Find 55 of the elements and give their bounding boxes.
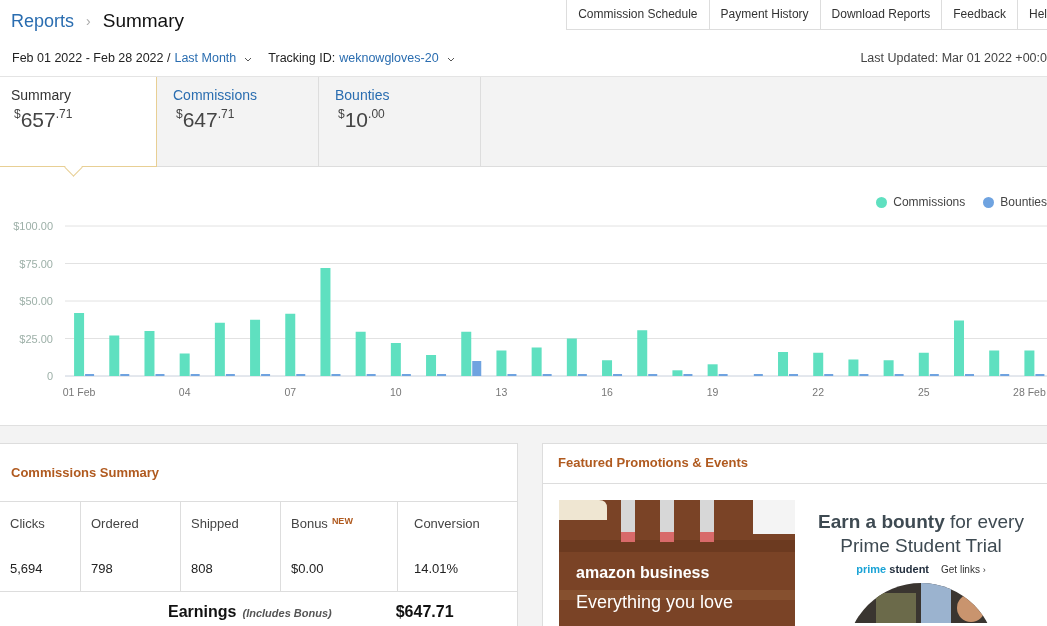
period-dropdown[interactable]: Last Month — [174, 51, 253, 65]
nav-link[interactable]: Payment History — [709, 0, 821, 29]
stat-value: 14.01% — [414, 561, 460, 576]
y-axis-label: 0 — [46, 370, 53, 382]
get-links-link[interactable]: Get links › — [941, 563, 986, 575]
x-axis-label: 04 — [178, 386, 191, 398]
x-axis-label: 01 Feb — [62, 386, 96, 398]
stat-label: Conversion — [414, 516, 480, 531]
nav-link[interactable]: Hel — [1018, 0, 1047, 29]
nav-link[interactable]: Download Reports — [820, 0, 943, 29]
tracking-id-dropdown[interactable]: weknowgloves-20 — [339, 51, 455, 65]
y-axis-label: $50.00 — [19, 295, 53, 307]
report-tab[interactable]: Bounties $^{$}$10$^{.00}$ — [319, 77, 481, 167]
tracking-label: Tracking ID: — [268, 51, 336, 65]
report-tab[interactable]: Commissions $^{$}$647$^{.71}$ — [157, 77, 319, 167]
y-axis-label: $100.00 — [13, 220, 53, 232]
section-title: Commissions Summary — [0, 444, 517, 502]
banner-tagline: Everything you love — [576, 592, 734, 613]
legend-label: Bounties — [1000, 195, 1047, 209]
legend-label: Commissions — [893, 195, 966, 209]
x-axis-label: 13 — [495, 386, 508, 398]
page-title: Summary — [102, 10, 184, 32]
stat-label: Ordered — [91, 516, 139, 531]
x-axis-label: 25 — [917, 386, 930, 398]
stat-value: 808 — [191, 561, 214, 576]
stat-label: Clicks — [10, 516, 45, 531]
prime-student-logo: prime student — [856, 563, 930, 575]
x-axis-label: 07 — [284, 386, 297, 398]
x-axis-label: 28 Feb — [1013, 386, 1046, 398]
stat-label: Shipped — [191, 516, 239, 531]
bounty-headline: Earn a bounty for every Prime Student Trial — [817, 510, 1025, 558]
brand-logo: amazon business — [576, 564, 711, 582]
y-axis-label: $25.00 — [19, 332, 53, 345]
stat-label: Bonus — [291, 516, 328, 531]
earnings-note: (Includes Bonus) — [242, 607, 332, 619]
breadcrumb-separator: › — [86, 13, 91, 29]
x-axis-label: 22 — [812, 386, 825, 398]
stat-value: $0.00 — [291, 561, 325, 576]
earnings-value: $647.71 — [395, 603, 454, 621]
chevron-icon — [244, 57, 253, 62]
nav-link[interactable]: Commission Schedule — [567, 0, 710, 29]
date-range: Feb 01 2022 - Feb 28 2022 / — [12, 51, 171, 65]
x-axis-label: 16 — [601, 386, 613, 398]
y-axis-label: $75.00 — [19, 257, 53, 270]
nav-link[interactable]: Feedback — [942, 0, 1018, 29]
x-axis-label: 10 — [390, 386, 402, 398]
stat-value: 5,694 — [10, 561, 44, 576]
new-label: NEW — [331, 516, 353, 526]
stat-value: 798 — [91, 561, 114, 576]
section-title: Featured Promotions & Events — [543, 444, 1047, 484]
x-axis-label: 19 — [706, 386, 719, 398]
earnings-label: Earnings — [168, 603, 237, 621]
reports-link[interactable]: Reports — [11, 10, 75, 32]
chevron-icon — [446, 57, 455, 62]
last-updated: Last Updated: Mar 01 2022 +00:0 — [860, 51, 1047, 65]
